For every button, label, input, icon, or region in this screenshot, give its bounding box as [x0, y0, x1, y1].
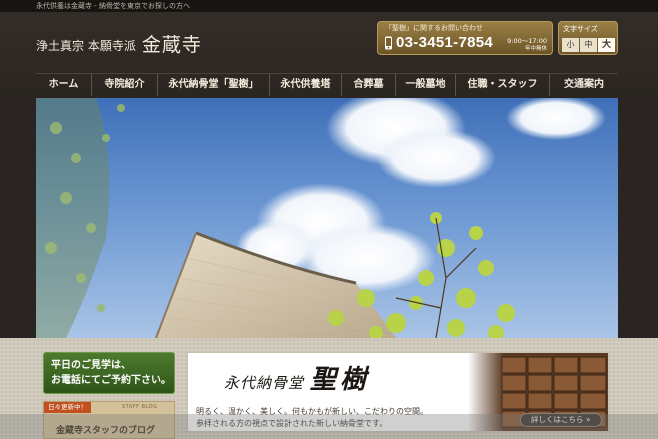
promo-desc-2: 参拝される方の視点で設計された新しい納骨堂です。	[196, 419, 388, 428]
staff-blog-banner[interactable]: 日々更新中！ STAFF BLOG 金蔵寺スタッフのブログ	[43, 401, 175, 439]
phone-icon	[385, 36, 392, 50]
contact-label: 「聖樹」に関するお問い合わせ	[385, 24, 483, 32]
font-size-medium-button[interactable]: 中	[580, 38, 597, 52]
nav-item-access[interactable]: 交通案内	[550, 74, 618, 96]
font-size-switcher: 文字サイズ 小 中 大	[558, 21, 618, 55]
contact-phone[interactable]: 03-3451-7854	[396, 34, 493, 52]
promo-more-button[interactable]: 詳しくはこちら »	[520, 413, 602, 427]
contact-hours: 9:00～17:00	[507, 37, 547, 45]
blog-staff-label: STAFF BLOG	[122, 404, 158, 410]
visit-line-2: お電話にてご予約下さい。	[51, 375, 171, 386]
site-logo[interactable]: 浄土真宗 本願寺派 金蔵寺	[36, 30, 202, 56]
nav-item-memorial-tower[interactable]: 永代供養塔	[270, 74, 342, 96]
font-size-large-button[interactable]: 大	[598, 38, 615, 52]
seiju-promo-banner[interactable]: 永代納骨堂 聖樹 明るく、温かく、美しく。何もかもが新しい、こだわりの空間。 参拝…	[187, 352, 609, 432]
visit-reservation-banner[interactable]: 平日のご見学は、 お電話にてご予約下さい。	[43, 352, 175, 394]
hero-image	[36, 98, 618, 338]
blog-update-tag: 日々更新中！	[44, 402, 91, 413]
nav-item-seiju[interactable]: 永代納骨堂「聖樹」	[158, 74, 270, 96]
promo-brand-big: 聖樹	[310, 365, 371, 395]
hero-illustration	[36, 98, 606, 338]
logo-temple-name: 金蔵寺	[141, 34, 202, 56]
nav-item-home[interactable]: ホーム	[36, 74, 92, 96]
site-tagline: 永代供養は金蔵寺 - 納骨堂を東京でお探しの方へ	[36, 2, 190, 10]
contact-box[interactable]: 「聖樹」に関するお問い合わせ 03-3451-7854 9:00～17:00 年…	[377, 21, 553, 55]
contact-closed: 年中無休	[524, 46, 547, 52]
promo-brand-small: 永代納骨堂	[224, 374, 305, 392]
font-size-label: 文字サイズ	[563, 25, 598, 33]
promo-more-label: 詳しくはこちら	[531, 415, 584, 424]
logo-school: 浄土真宗 本願寺派	[36, 39, 136, 53]
blog-title: 金蔵寺スタッフのブログ	[56, 426, 156, 436]
nav-item-temple[interactable]: 寺院紹介	[92, 74, 158, 96]
promo-desc-1: 明るく、温かく、美しく。何もかもが新しい、こだわりの空間。	[196, 407, 428, 416]
promo-brand: 永代納骨堂 聖樹	[224, 359, 370, 396]
font-size-small-button[interactable]: 小	[562, 38, 579, 52]
visit-line-1: 平日のご見学は、	[51, 360, 131, 371]
main-nav: ホーム 寺院紹介 永代納骨堂「聖樹」 永代供養塔 合葬墓 一般墓地 住職・スタッ…	[36, 73, 618, 96]
nav-item-staff[interactable]: 住職・スタッフ	[456, 74, 550, 96]
nav-item-general-grave[interactable]: 一般墓地	[396, 74, 456, 96]
double-chevron-right-icon: »	[585, 415, 591, 424]
top-bar: 永代供養は金蔵寺 - 納骨堂を東京でお探しの方へ	[0, 0, 658, 12]
nav-item-joint-grave[interactable]: 合葬墓	[342, 74, 396, 96]
